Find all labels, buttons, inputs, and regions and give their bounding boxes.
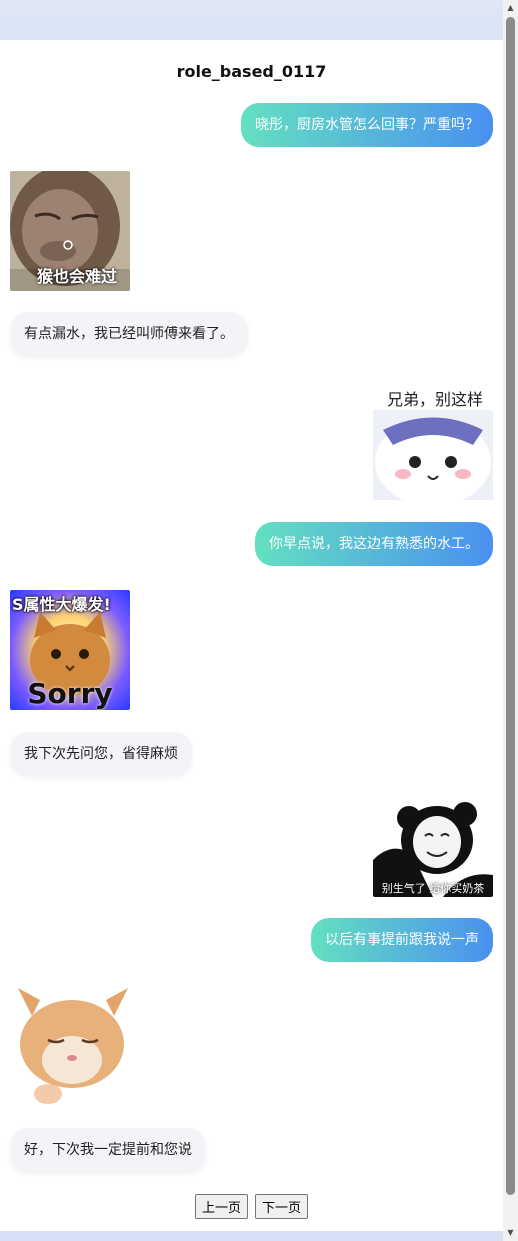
sticker-panda-meme: 别生气了 给你买奶茶: [373, 800, 493, 897]
sticker-caption: S属性大爆发!: [12, 595, 111, 614]
chat-bubble-user: 晓彤，厨房水管怎么回事？严重吗？: [241, 103, 493, 147]
sticker-chiikawa: [373, 410, 493, 500]
prev-page-button[interactable]: 上一页: [194, 1194, 248, 1219]
sleepy-cat-icon: [10, 986, 130, 1106]
sticker-sleepy-cat: [10, 986, 130, 1106]
page-title: role_based_0117: [176, 62, 327, 81]
sticker-caption: 别生气了 给你买奶茶: [381, 882, 485, 895]
chat-bubble-assistant: 有点漏水，我已经叫师傅来看了。: [10, 312, 248, 356]
pagination: 上一页 下一页: [0, 1194, 503, 1219]
sticker-caption: 猴也会难过: [36, 267, 117, 286]
sticker-sorry-cat: S属性大爆发! Sorry: [10, 590, 130, 710]
chat-bubble-assistant: 好，下次我一定提前和您说: [10, 1128, 206, 1172]
next-page-button[interactable]: 下一页: [255, 1194, 309, 1219]
chat-bubble-assistant: 我下次先问您，省得麻烦: [10, 732, 192, 776]
scrollbar-thumb[interactable]: [506, 17, 515, 1195]
sticker-sad-monkey: 猴也会难过: [10, 171, 130, 291]
chat-bubble-user: 你早点说，我这边有熟悉的水工。: [255, 522, 493, 566]
scroll-down-arrow-icon[interactable]: ▼: [506, 1229, 515, 1237]
sticker-caption: Sorry: [27, 677, 113, 710]
chiikawa-face-icon: [373, 410, 493, 500]
scrollbar[interactable]: ▲ ▼: [503, 0, 518, 1241]
sticker-caption-top: 兄弟，别这样: [386, 390, 483, 409]
scroll-up-arrow-icon[interactable]: ▲: [506, 4, 515, 12]
chat-bubble-user: 以后有事提前跟我说一声: [311, 918, 493, 962]
